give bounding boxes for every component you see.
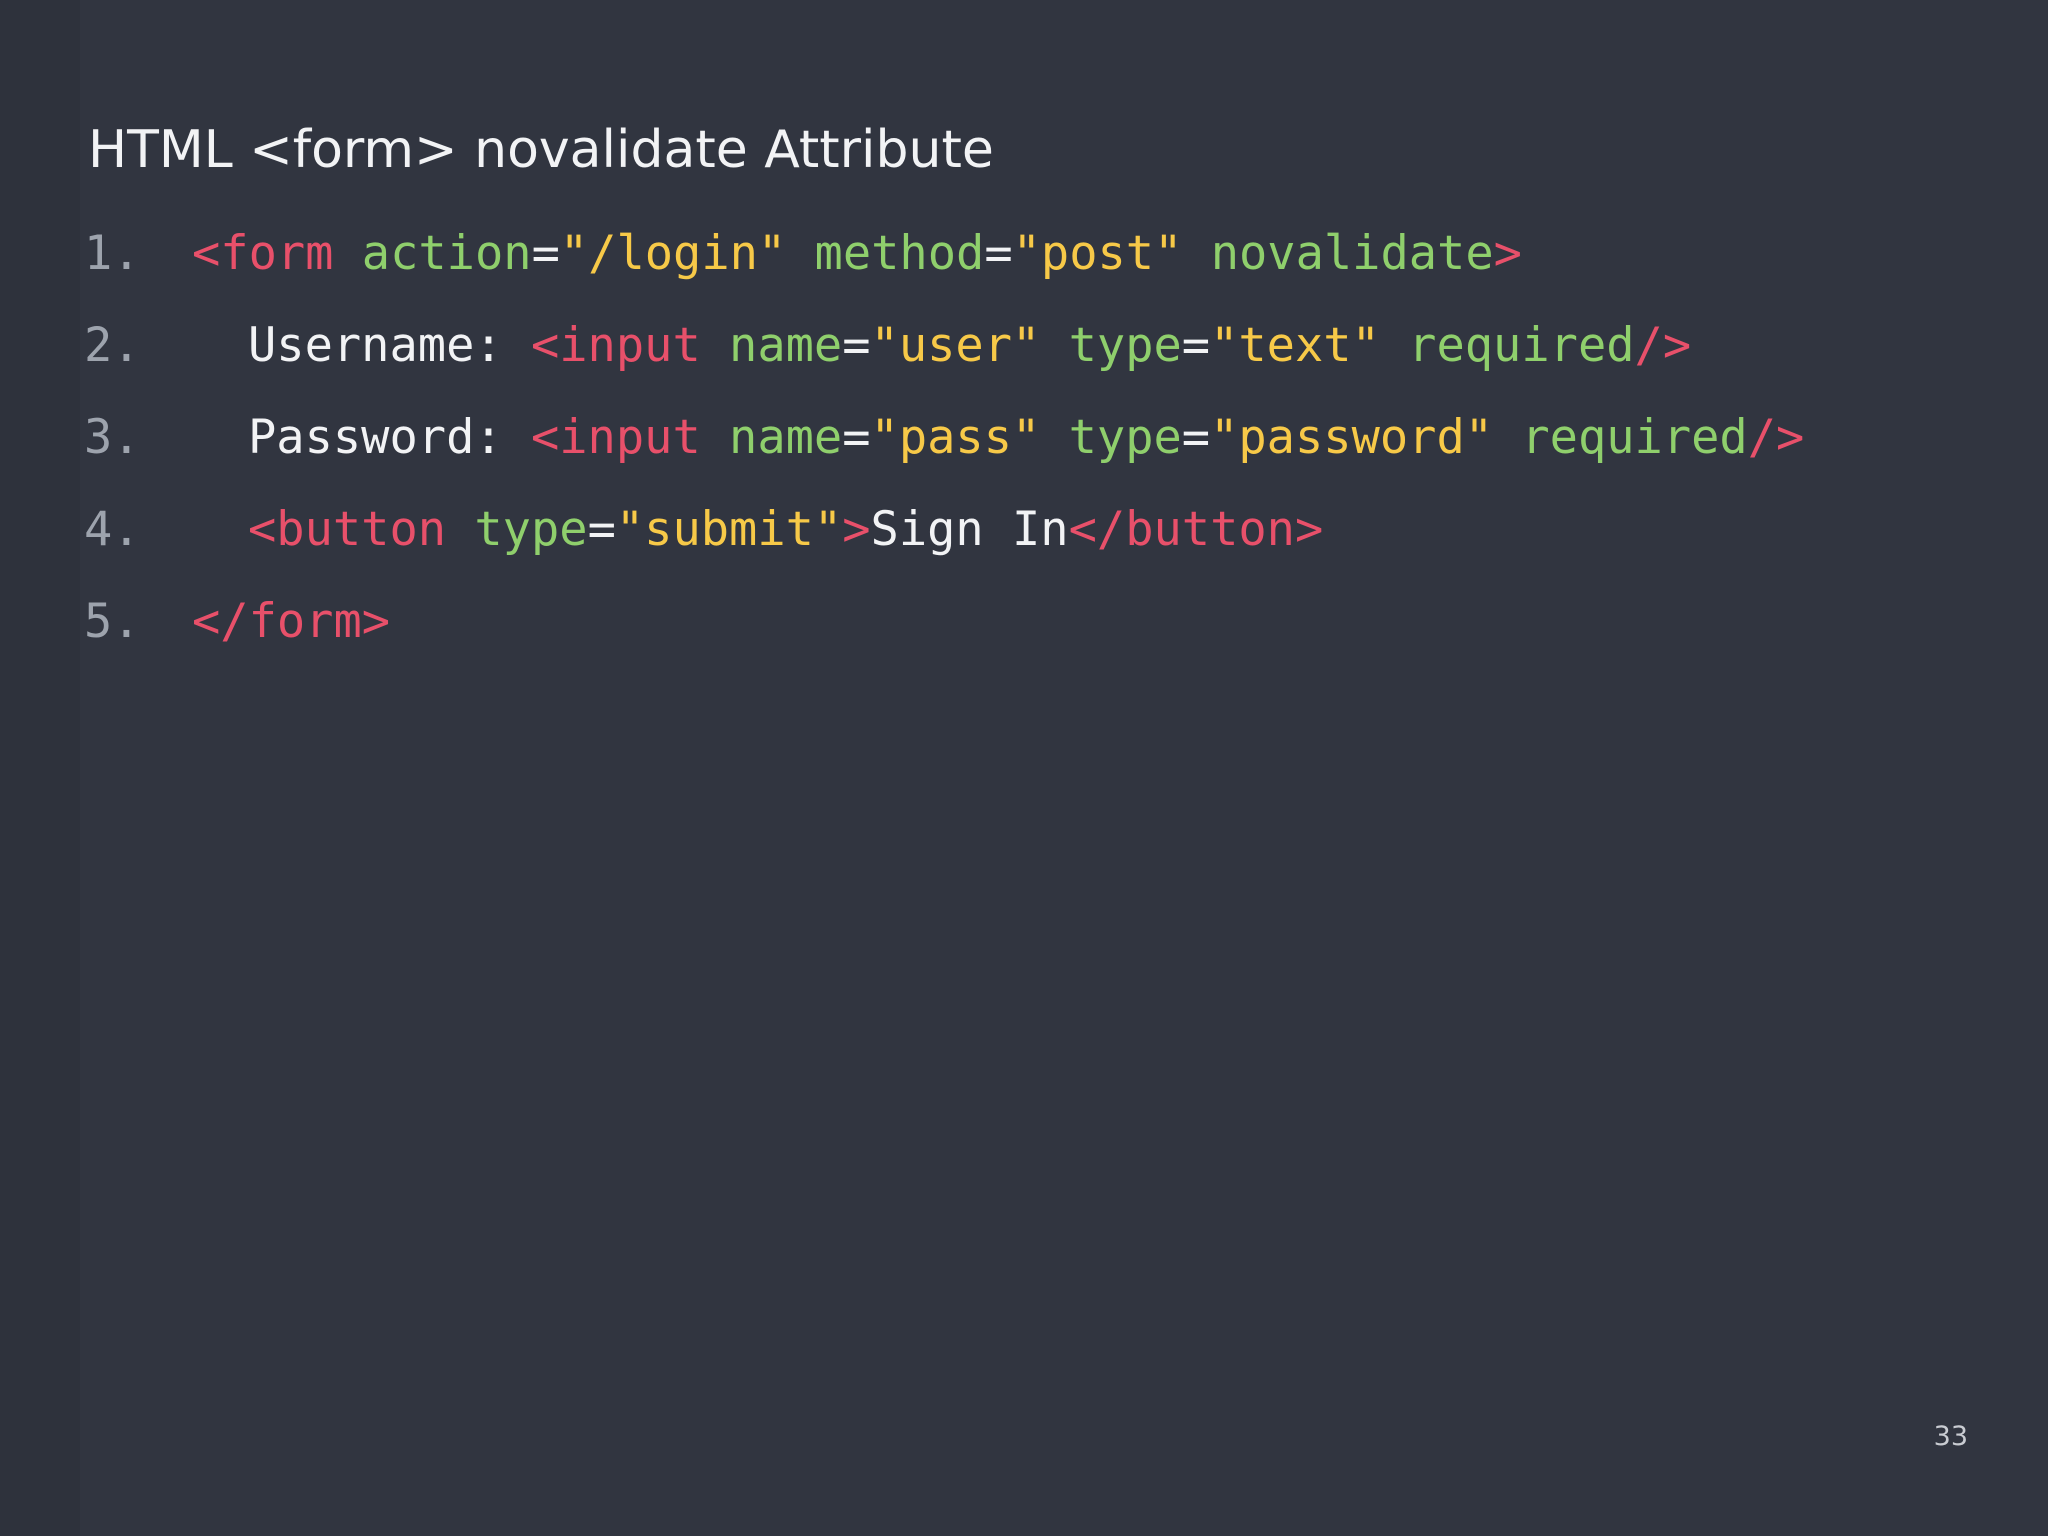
string-token: "submit": [615, 502, 843, 557]
tag-token: </button>: [1068, 502, 1324, 557]
page-number: 33: [1933, 1421, 1968, 1452]
tag-token: >: [842, 502, 871, 557]
slide-title: HTML <form> novalidate Attribute: [88, 120, 994, 180]
string-token: "user": [870, 318, 1041, 373]
code-line: 1. <form action="/login" method="post" n…: [0, 218, 2048, 310]
string-token: "password": [1210, 410, 1494, 465]
tag-token: />: [1747, 410, 1805, 465]
string-token: "/login": [559, 226, 787, 281]
line-number: 4.: [84, 502, 141, 557]
line-number: 2.: [84, 318, 141, 373]
line-number: 3.: [84, 410, 141, 465]
equals-token: =: [842, 410, 871, 465]
line-number: 1.: [84, 226, 141, 281]
attribute-token: action: [361, 226, 532, 281]
text-token: Password:: [248, 410, 531, 465]
attribute-token: required: [1408, 318, 1635, 373]
tag-token: />: [1634, 318, 1692, 373]
attribute-token: type: [474, 502, 588, 557]
code-line: 5. </form>: [0, 586, 2048, 678]
equals-token: =: [1181, 410, 1211, 465]
equals-token: =: [984, 226, 1013, 281]
attribute-token: novalidate: [1210, 226, 1494, 281]
string-token: "text": [1210, 318, 1380, 373]
slide: HTML <form> novalidate Attribute 1. <for…: [0, 0, 2048, 1536]
tag-token: <input: [530, 318, 701, 373]
tag-token: <input: [530, 410, 701, 465]
attribute-token: type: [1068, 410, 1182, 465]
line-number: 5.: [84, 594, 141, 649]
attribute-token: required: [1521, 410, 1748, 465]
equals-token: =: [587, 502, 616, 557]
code-content: </form>: [192, 586, 390, 658]
code-content: <form action="/login" method="post" nova…: [192, 218, 1522, 290]
code-content: Username: <input name="user" type="text"…: [192, 310, 1691, 382]
code-content: Password: <input name="pass" type="passw…: [192, 402, 1804, 474]
text-token: Sign In: [870, 502, 1069, 557]
text-token: Username:: [248, 318, 531, 373]
attribute-token: method: [814, 226, 985, 281]
code-content: <button type="submit">Sign In</button>: [192, 494, 1323, 566]
code-line: 2. Username: <input name="user" type="te…: [0, 310, 2048, 402]
string-token: "post": [1012, 226, 1183, 281]
tag-token: >: [1493, 226, 1522, 281]
code-line: 3. Password: <input name="pass" type="pa…: [0, 402, 2048, 494]
tag-token: <form: [192, 226, 334, 281]
code-block: 1. <form action="/login" method="post" n…: [0, 218, 2048, 678]
tag-token: <button: [248, 502, 447, 557]
tag-token: </form>: [192, 594, 391, 649]
equals-token: =: [842, 318, 871, 373]
equals-token: =: [531, 226, 560, 281]
equals-token: =: [1181, 318, 1211, 373]
attribute-token: name: [729, 318, 843, 373]
attribute-token: name: [729, 410, 843, 465]
code-line: 4. <button type="submit">Sign In</button…: [0, 494, 2048, 586]
attribute-token: type: [1068, 318, 1182, 373]
string-token: "pass": [870, 410, 1041, 465]
